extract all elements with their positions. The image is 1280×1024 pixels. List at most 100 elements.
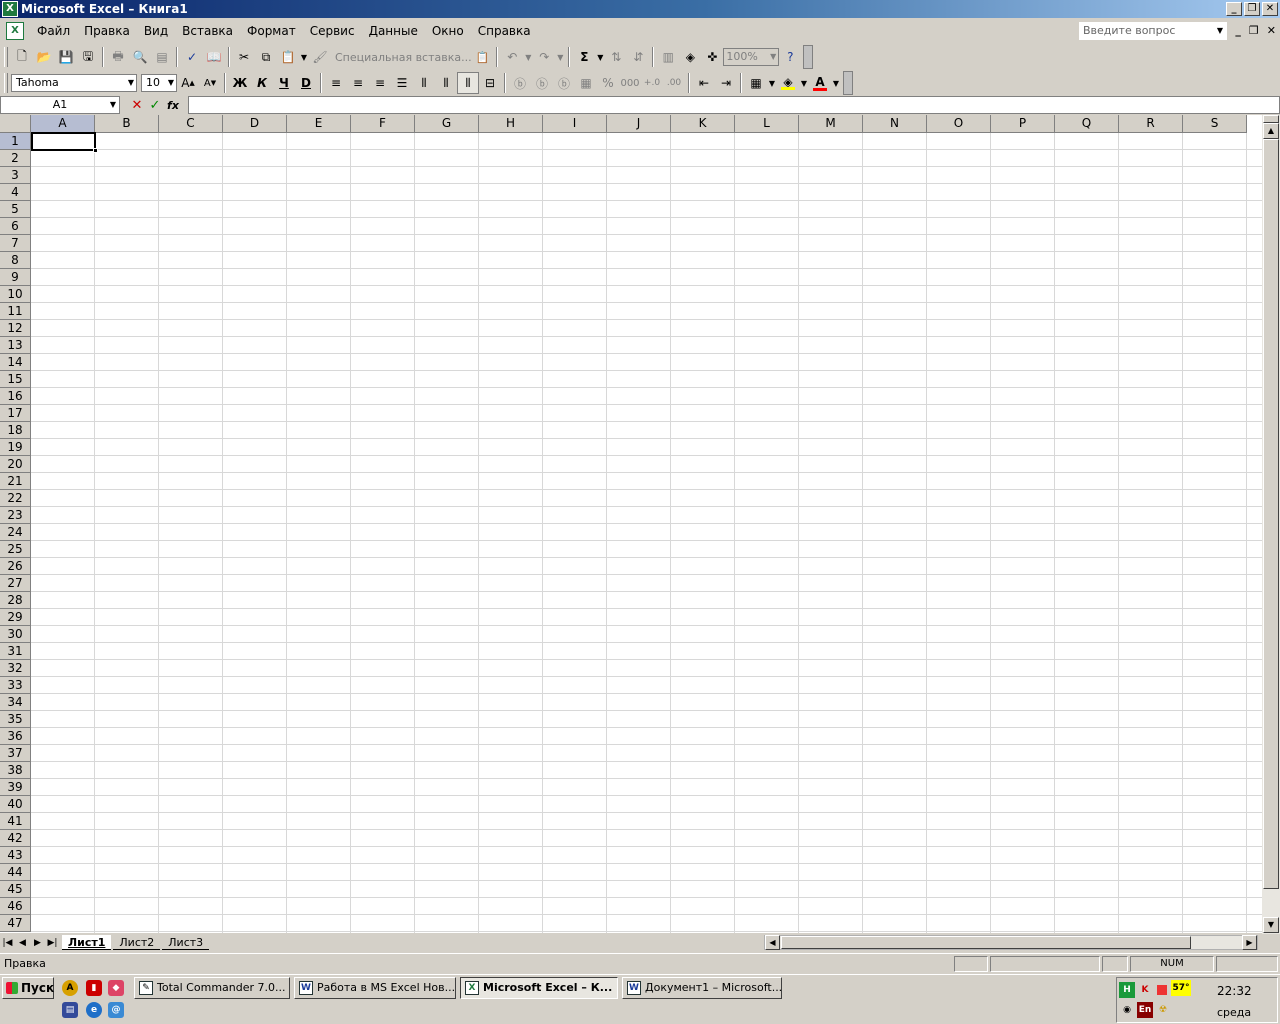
- column-header-m[interactable]: M: [799, 115, 863, 133]
- permissions-icon[interactable]: 🖫: [77, 46, 99, 68]
- column-header-h[interactable]: H: [479, 115, 543, 133]
- media-icon[interactable]: ☢: [1155, 1002, 1171, 1018]
- print-icon[interactable]: 🖶: [107, 46, 129, 68]
- column-header-r[interactable]: R: [1119, 115, 1183, 133]
- sheet-tab-1[interactable]: Лист1: [62, 935, 112, 950]
- row-header-35[interactable]: 35: [0, 711, 31, 728]
- row-header-43[interactable]: 43: [0, 847, 31, 864]
- document-icon[interactable]: X: [6, 22, 24, 40]
- decrease-indent-icon[interactable]: ⇤: [693, 72, 715, 94]
- horizontal-scrollbar[interactable]: ◀ ▶: [764, 935, 1258, 950]
- fill-color-icon[interactable]: ◈: [777, 72, 799, 94]
- print-preview-icon[interactable]: 🔍: [129, 46, 151, 68]
- chevron-down-icon[interactable]: ▼: [1217, 22, 1223, 40]
- column-header-i[interactable]: I: [543, 115, 607, 133]
- restore-button[interactable]: ❐: [1244, 2, 1260, 16]
- row-header-23[interactable]: 23: [0, 507, 31, 524]
- column-header-g[interactable]: G: [415, 115, 479, 133]
- row-header-2[interactable]: 2: [0, 150, 31, 167]
- fill-handle[interactable]: [93, 148, 98, 153]
- row-header-3[interactable]: 3: [0, 167, 31, 184]
- language-indicator[interactable]: En: [1137, 1002, 1153, 1018]
- close-button[interactable]: ✕: [1262, 2, 1278, 16]
- row-header-39[interactable]: 39: [0, 779, 31, 796]
- borders-icon[interactable]: ▦: [745, 72, 767, 94]
- row-header-34[interactable]: 34: [0, 694, 31, 711]
- insert-function-button[interactable]: fx: [164, 99, 182, 112]
- doc-close-button[interactable]: ✕: [1267, 24, 1276, 37]
- task-total-commander[interactable]: ✎ Total Commander 7.0...: [134, 977, 290, 999]
- chevron-down-icon[interactable]: ▼: [110, 97, 116, 113]
- minimize-button[interactable]: _: [1226, 2, 1242, 16]
- clock-time[interactable]: 22:32: [1217, 984, 1252, 998]
- row-header-18[interactable]: 18: [0, 422, 31, 439]
- doc-restore-button[interactable]: ❐: [1249, 24, 1259, 37]
- row-header-32[interactable]: 32: [0, 660, 31, 677]
- decrease-decimal-icon[interactable]: .00: [663, 72, 685, 94]
- horizontal-scroll-thumb[interactable]: [781, 936, 1191, 949]
- prev-sheet-icon[interactable]: ◀: [15, 938, 30, 948]
- excel-icon[interactable]: X: [2, 1, 18, 17]
- row-header-20[interactable]: 20: [0, 456, 31, 473]
- row-header-15[interactable]: 15: [0, 371, 31, 388]
- row-header-6[interactable]: 6: [0, 218, 31, 235]
- menu-data[interactable]: Данные: [362, 21, 425, 41]
- bold-button[interactable]: Ж: [229, 72, 251, 94]
- distributed-icon[interactable]: ⦀: [413, 72, 435, 94]
- increase-decimal-icon[interactable]: +.0: [641, 72, 663, 94]
- row-header-8[interactable]: 8: [0, 252, 31, 269]
- align-center-icon[interactable]: ≡: [347, 72, 369, 94]
- menu-tools[interactable]: Сервис: [303, 21, 362, 41]
- column-header-j[interactable]: J: [607, 115, 671, 133]
- sort-descending-icon[interactable]: ⇵: [627, 46, 649, 68]
- column-header-q[interactable]: Q: [1055, 115, 1119, 133]
- underline-button[interactable]: Ч: [273, 72, 295, 94]
- undo-icon[interactable]: ↶: [501, 46, 523, 68]
- redo-icon[interactable]: ↷: [533, 46, 555, 68]
- drawing-toolbar-icon[interactable]: ✜: [701, 46, 723, 68]
- row-header-14[interactable]: 14: [0, 354, 31, 371]
- quicklaunch-browser-icon[interactable]: A: [62, 980, 78, 996]
- column-header-d[interactable]: D: [223, 115, 287, 133]
- row-header-21[interactable]: 21: [0, 473, 31, 490]
- row-header-12[interactable]: 12: [0, 320, 31, 337]
- column-header-a[interactable]: A: [31, 115, 95, 133]
- column-header-l[interactable]: L: [735, 115, 799, 133]
- font-size-select[interactable]: 10 ▼: [141, 74, 177, 92]
- decrease-font-icon[interactable]: A ▼: [199, 72, 221, 94]
- column-header-e[interactable]: E: [287, 115, 351, 133]
- start-button[interactable]: Пуск: [2, 977, 54, 999]
- next-sheet-icon[interactable]: ▶: [30, 938, 45, 948]
- toolbar-options-icon[interactable]: [803, 45, 814, 69]
- row-header-30[interactable]: 30: [0, 626, 31, 643]
- merge-center-icon[interactable]: ⊟: [479, 72, 501, 94]
- column-header-f[interactable]: F: [351, 115, 415, 133]
- menu-window[interactable]: Окно: [425, 21, 471, 41]
- task-word-document-2[interactable]: W Документ1 – Microsoft...: [622, 977, 782, 999]
- spelling-icon[interactable]: ✓: [181, 46, 203, 68]
- chevron-down-icon[interactable]: ▼: [595, 46, 605, 68]
- menu-view[interactable]: Вид: [137, 21, 175, 41]
- select-all-corner[interactable]: [0, 115, 31, 133]
- row-header-7[interactable]: 7: [0, 235, 31, 252]
- column-header-c[interactable]: C: [159, 115, 223, 133]
- help-icon[interactable]: ?: [779, 46, 801, 68]
- scroll-left-button[interactable]: ◀: [765, 935, 780, 950]
- chevron-down-icon[interactable]: ▼: [523, 46, 533, 68]
- copy-icon[interactable]: ⧉: [255, 46, 277, 68]
- row-header-37[interactable]: 37: [0, 745, 31, 762]
- autosum-button[interactable]: Σ: [573, 46, 595, 68]
- row-header-40[interactable]: 40: [0, 796, 31, 813]
- row-header-4[interactable]: 4: [0, 184, 31, 201]
- enter-icon[interactable]: ✓: [146, 98, 164, 113]
- font-color-button[interactable]: A: [809, 72, 831, 94]
- row-header-33[interactable]: 33: [0, 677, 31, 694]
- sort-ascending-icon[interactable]: ⇅: [605, 46, 627, 68]
- column-header-s[interactable]: S: [1183, 115, 1247, 133]
- scroll-thumb[interactable]: [1263, 139, 1279, 889]
- column-header-k[interactable]: K: [671, 115, 735, 133]
- temperature-indicator[interactable]: 57°: [1171, 980, 1191, 996]
- research-icon[interactable]: ▤: [151, 46, 173, 68]
- scroll-down-button[interactable]: ▼: [1263, 917, 1279, 933]
- menu-file[interactable]: Файл: [30, 21, 77, 41]
